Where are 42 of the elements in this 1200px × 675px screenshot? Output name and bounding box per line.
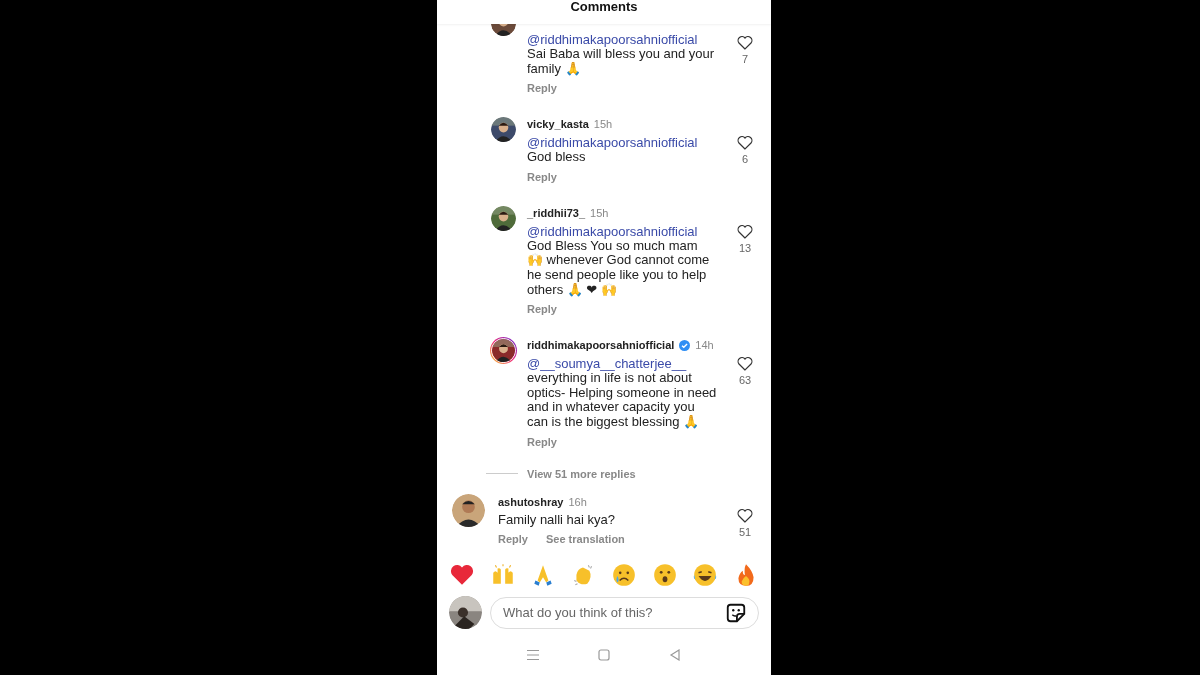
reply-link[interactable]: Reply [527,302,557,317]
crying-face-emoji-icon[interactable] [611,562,638,588]
mention-link[interactable]: @riddhimakapoorsahniofficial [527,223,698,239]
like-count: 51 [738,525,752,538]
username[interactable]: _riddhii73_ [527,206,586,219]
heart-icon[interactable] [737,135,753,151]
comment-text: God bless [527,150,586,165]
reply-link[interactable]: Reply [527,81,557,96]
comment-input-field[interactable]: What do you think of this? [490,596,759,629]
mention-link[interactable]: @__soumya__chatterjee__ [527,356,687,372]
comment-action-link[interactable]: Reply [498,532,528,547]
reply-link[interactable]: Reply [527,169,557,184]
comment-text: everything in life is not about optics- Helping someone in need and in whatever capacity you can is the biggest blessing 🙏 [527,371,717,430]
view-more-replies-link[interactable]: View 51 more replies [527,467,636,480]
comment-text: Sai Baba will bless you and your family 🙏 [527,47,716,77]
reply-link[interactable]: Reply [527,434,557,449]
like-count: 63 [738,374,752,387]
like-count: 13 [738,241,752,254]
username[interactable]: vicky_kasta [527,118,589,131]
header-title: Comments [570,0,638,14]
surprised-face-emoji-icon[interactable] [651,562,678,588]
heart-icon[interactable] [737,356,753,372]
back-icon[interactable] [668,649,683,661]
comment-time: 15h [593,118,613,131]
heart-icon[interactable] [737,35,753,50]
comment-text: Family nalli hai kya? [498,512,616,528]
heart-icon[interactable] [737,223,753,239]
like-count: 7 [741,53,749,65]
comment-time: 15h [590,206,609,219]
username[interactable]: riddhimakapoorsahniofficial [527,339,675,352]
sticker-icon[interactable] [725,601,747,624]
username[interactable]: ashutoshray [498,495,564,508]
like-count: 6 [741,153,749,166]
heart-icon[interactable] [737,507,753,523]
laughing-face-emoji-icon[interactable] [692,562,719,588]
comment-time: 14h [695,339,714,352]
mention-link[interactable]: @riddhimakapoorsahniofficial [527,32,698,47]
comment-text: God Bless You so much mam 🙌 whenever God cannot come he send people like you to help others 🙏 ❤ 🙌 [527,238,711,298]
comment-time: 16h [568,495,587,508]
comment-action-link[interactable]: See translation [545,532,625,547]
mention-link[interactable]: @riddhimakapoorsahniofficial [527,135,698,151]
menu-icon[interactable] [525,649,540,661]
